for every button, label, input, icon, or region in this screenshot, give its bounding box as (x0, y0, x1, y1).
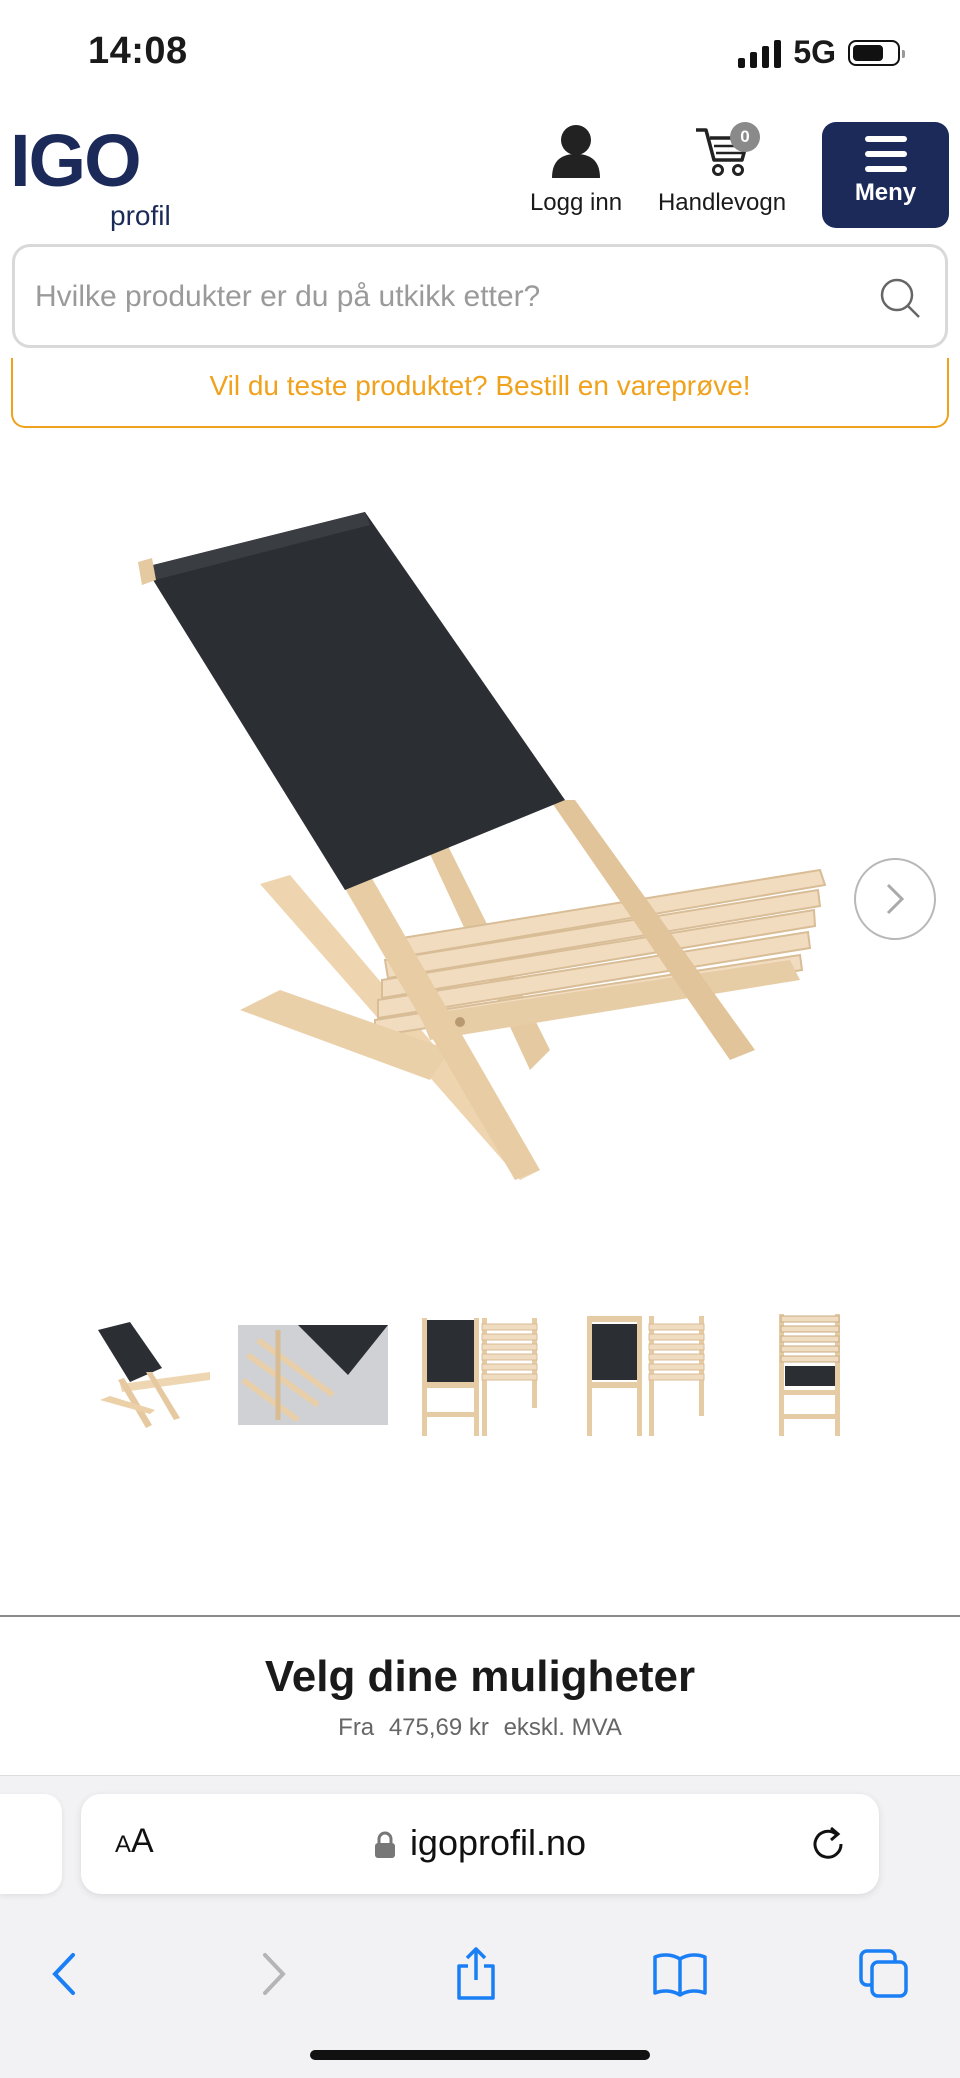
tabs-icon (859, 1949, 908, 1998)
hamburger-icon (822, 136, 949, 172)
beach-chair-closeup-thumb (238, 1325, 388, 1425)
thumbnail[interactable] (735, 1300, 885, 1450)
cart-count-badge: 0 (730, 122, 760, 152)
igo-logo[interactable]: IGO profil (10, 119, 171, 232)
network-type: 5G (793, 34, 836, 70)
url-text: igoprofil.no (409, 1822, 587, 1863)
home-indicator (310, 2050, 650, 2060)
share-icon (457, 1947, 495, 2000)
thumbnail-strip (70, 1300, 860, 1450)
login-label: Logg inn (529, 189, 623, 216)
beach-chair-image (138, 512, 827, 1180)
book-icon (653, 1953, 707, 1997)
chevron-left-icon (52, 1953, 75, 1995)
tabs-button[interactable] (844, 1934, 924, 2014)
search-input[interactable] (33, 271, 857, 323)
site-header: IGO profil Logg inn 0 Handlevogn Meny (0, 108, 960, 238)
previous-tab-preview[interactable] (0, 1794, 62, 1894)
section-divider (0, 1615, 960, 1617)
chevron-right-icon (886, 883, 905, 915)
browser-bar: AA igoprofil.no (0, 1775, 960, 2078)
beach-chair-folded-thumb (779, 1314, 840, 1436)
options-price: Fra 475,69 kr ekskl. MVA (0, 1714, 960, 1742)
forward-button[interactable] (234, 1934, 314, 2014)
cart-button[interactable]: 0 Handlevogn (652, 122, 792, 217)
lock-icon (374, 1831, 395, 1858)
beach-chair-front-back-thumb-2 (587, 1316, 705, 1436)
battery-icon (848, 39, 905, 66)
logo-main-text: IGO (10, 119, 142, 202)
product-image[interactable] (120, 470, 840, 1190)
thumbnail[interactable] (570, 1300, 720, 1450)
price-suffix: ekskl. MVA (503, 1714, 622, 1741)
url-display: igoprofil.no (81, 1822, 879, 1864)
cart-label: Handlevogn (657, 189, 787, 216)
search-icon[interactable] (877, 275, 925, 323)
menu-label: Meny (854, 179, 917, 206)
thumbnail[interactable] (238, 1300, 388, 1450)
address-bar[interactable]: AA igoprofil.no (81, 1794, 879, 1894)
beach-chair-front-back-thumb (422, 1318, 538, 1436)
status-time: 14:08 (88, 30, 188, 72)
status-bar: 14:08 5G (0, 0, 960, 108)
login-button[interactable]: Logg inn (528, 122, 624, 217)
bookmarks-button[interactable] (640, 1934, 720, 2014)
menu-button[interactable]: Meny (822, 122, 949, 228)
next-image-button[interactable] (854, 858, 936, 940)
sample-banner-text: Vil du teste produktet? Bestill en varep… (209, 370, 751, 401)
reload-icon[interactable] (809, 1822, 849, 1866)
user-icon (552, 125, 600, 178)
status-indicators: 5G (738, 34, 905, 71)
thumbnail[interactable] (405, 1300, 555, 1450)
back-button[interactable] (24, 1934, 104, 2014)
thumbnail[interactable] (70, 1300, 220, 1450)
beach-chair-angle-thumb (98, 1322, 210, 1428)
signal-icon (738, 38, 782, 68)
browser-toolbar (0, 1924, 960, 2024)
options-title: Velg dine muligheter (264, 1652, 696, 1701)
price-value: 475,69 kr (388, 1714, 489, 1741)
search-box (12, 244, 948, 348)
logo-sub-text: profil (110, 200, 171, 231)
chevron-right-icon (263, 1953, 286, 1995)
sample-banner[interactable]: Vil du teste produktet? Bestill en varep… (11, 358, 949, 428)
price-prefix: Fra (338, 1714, 375, 1741)
share-button[interactable] (436, 1934, 516, 2014)
